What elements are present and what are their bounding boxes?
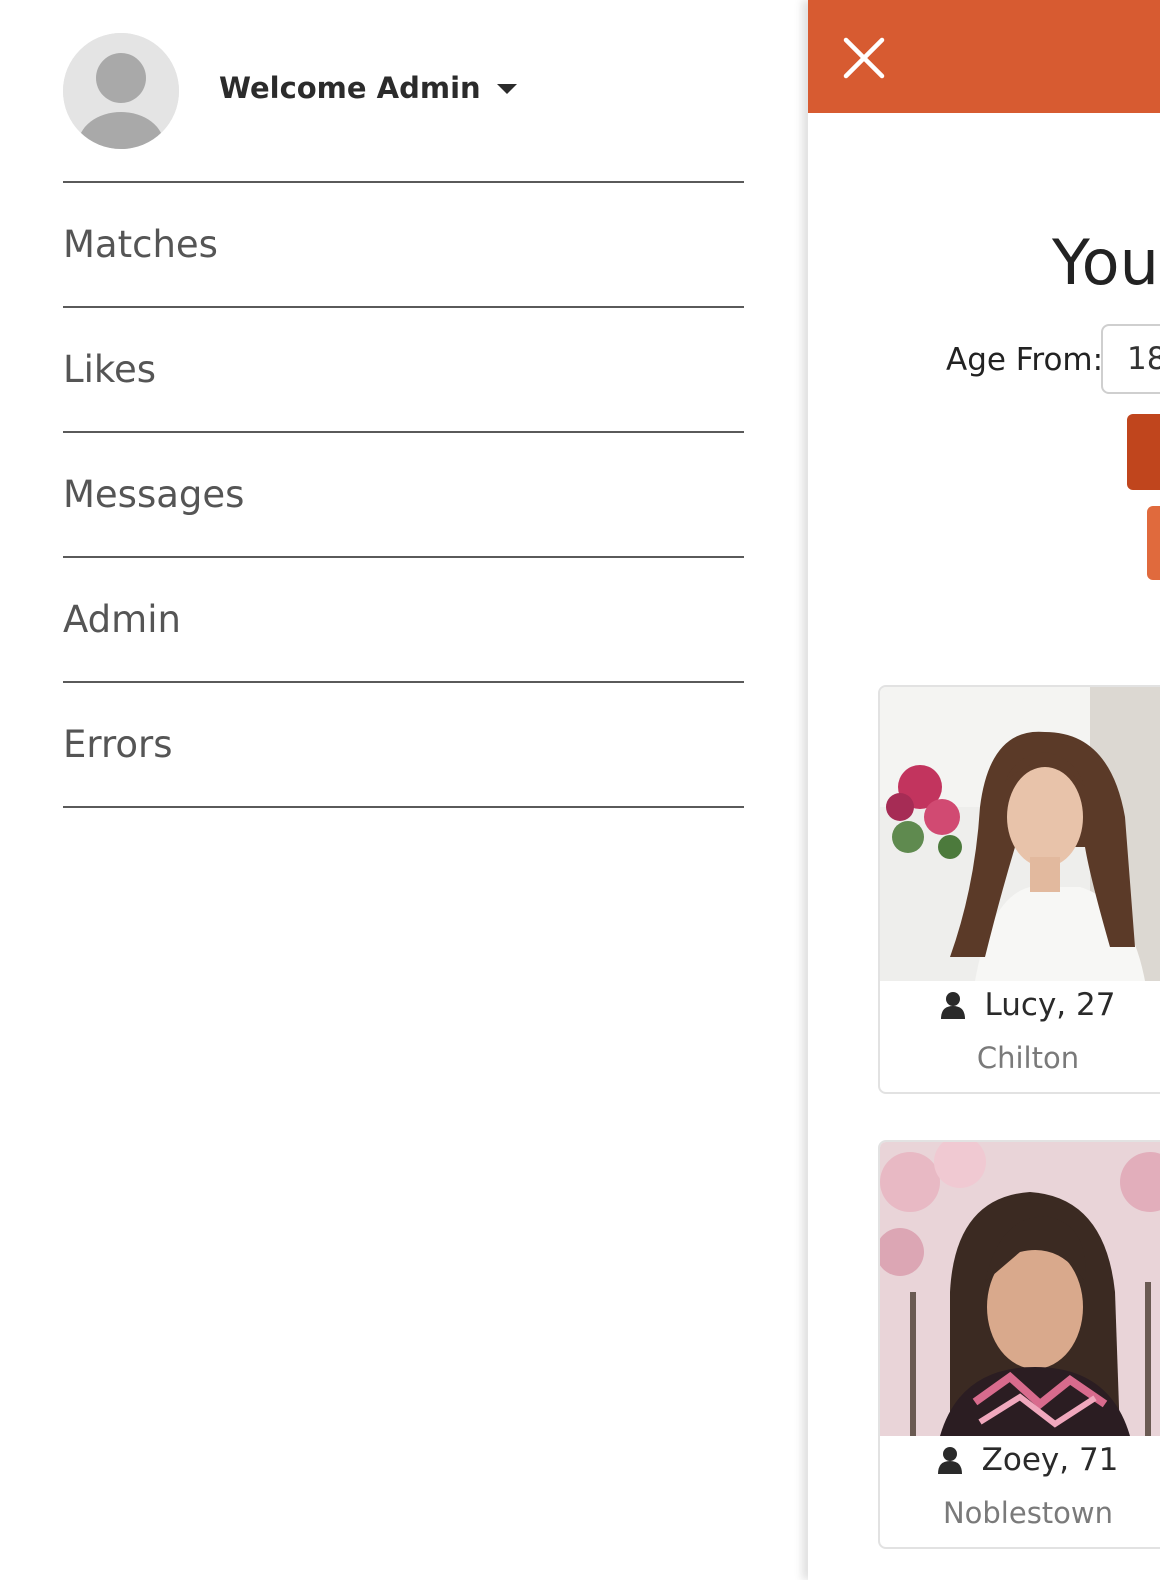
nav-menu: Matches Likes Messages Admin Errors: [63, 181, 744, 808]
user-avatar-icon[interactable]: [63, 33, 179, 149]
nav-item-messages[interactable]: Messages: [63, 433, 744, 558]
member-photo: [880, 1142, 1160, 1436]
user-icon: [937, 1446, 962, 1474]
member-city: Chilton: [976, 1041, 1080, 1075]
member-name-age-text: Lucy, 27: [984, 987, 1116, 1023]
member-city: Noblestown: [942, 1496, 1114, 1530]
user-icon: [940, 991, 965, 1019]
nav-item-matches[interactable]: Matches: [63, 183, 744, 308]
reset-filters-button[interactable]: [1147, 506, 1160, 580]
welcome-label: Welcome Admin: [219, 71, 481, 105]
member-name-age: Zoey, 71: [880, 1442, 1160, 1478]
main-panel: You Age From: 18 Lucy, 27 Chilton Zoey, …: [808, 0, 1160, 1580]
chevron-down-icon: [496, 84, 517, 94]
close-icon[interactable]: [842, 36, 886, 80]
member-card[interactable]: Zoey, 71 Noblestown: [878, 1140, 1160, 1549]
member-card[interactable]: Lucy, 27 Chilton: [878, 685, 1160, 1094]
nav-item-admin[interactable]: Admin: [63, 558, 744, 683]
nav-item-likes[interactable]: Likes: [63, 308, 744, 433]
user-dropdown-toggle[interactable]: Welcome Admin: [219, 66, 517, 110]
nav-item-errors[interactable]: Errors: [63, 683, 744, 808]
apply-filters-button[interactable]: [1127, 414, 1160, 490]
member-photo: [880, 687, 1160, 981]
top-bar: [808, 0, 1160, 113]
age-from-input[interactable]: [1101, 324, 1160, 394]
page-heading: You: [1052, 226, 1159, 299]
member-name-age-text: Zoey, 71: [981, 1442, 1119, 1478]
side-drawer: Welcome Admin Matches Likes Messages Adm…: [0, 0, 808, 1580]
age-from-label: Age From:: [946, 342, 1104, 378]
member-name-age: Lucy, 27: [880, 987, 1160, 1023]
